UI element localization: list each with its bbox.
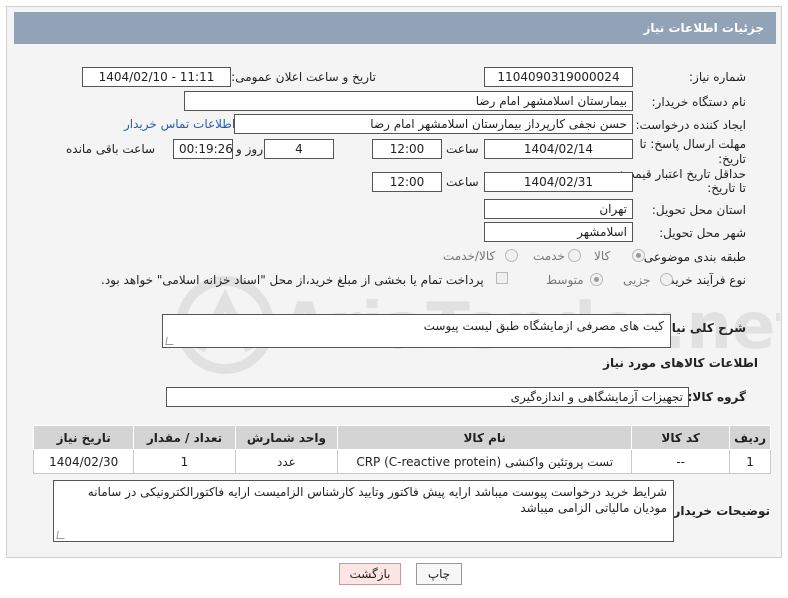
goods-table: ردیف کد کالا نام کالا واحد شمارش تعداد /… [32,425,771,474]
col-need-date: تاریخ نیاز [32,425,135,450]
resize-handle-icon[interactable] [165,337,175,345]
category-goods-label: کالا [594,249,611,263]
category-goods-radio[interactable] [632,249,645,262]
goods-group-label: گروه کالا: [687,390,746,404]
goods-group-field: تجهیزات آزمایشگاهی و اندازه‌گیری [166,387,689,407]
page-title: جزئیات اطلاعات نیاز [14,12,776,44]
table-row: 1 -- تست پروتئین واکنشی (CRP (C-reactive… [32,449,771,474]
cell-need-date: 1404/02/30 [32,449,135,474]
description-label: شرح کلی نیاز: [660,321,746,335]
goods-section-title: اطلاعات کالاهای مورد نیاز [603,356,758,370]
col-row-number: ردیف [729,425,771,450]
category-both-radio[interactable] [505,249,518,262]
col-quantity: تعداد / مقدار [133,425,236,450]
creator-field: حسن نجفی کارپرداز بیمارستان اسلامشهر اما… [234,114,633,134]
description-text: کیت های مصرفی ازمایشگاه طبق لیست پیوست [423,319,664,333]
province-field: تهران [484,199,633,219]
treasury-checkbox[interactable] [496,272,508,284]
contact-info-link[interactable]: اطلاعات تماس خریدار [124,117,235,131]
process-minor-label: جزیی [623,273,651,287]
days-field: 4 [264,139,334,159]
deadline-date-field: 1404/02/14 [484,139,633,159]
cell-goods-code: -- [631,449,731,474]
cell-row-number: 1 [729,449,771,474]
province-label: استان محل تحویل: [651,203,746,217]
process-label: نوع فرآیند خرید : [661,273,746,287]
announce-field: 1404/02/10 - 11:11 [82,67,231,87]
category-service-radio[interactable] [568,249,581,262]
cell-quantity: 1 [133,449,236,474]
remaining-time-field: 00:19:26 [173,139,233,159]
need-number-label: شماره نیاز: [689,70,746,84]
buyer-notes-textarea[interactable]: شرایط خرید درخواست پیوست میباشد ارایه پی… [53,480,674,542]
back-button[interactable]: بازگشت [339,563,401,585]
creator-label: ایجاد کننده درخواست: [635,118,746,132]
remaining-time-label: ساعت باقی مانده [66,142,156,156]
deadline-label: مهلت ارسال پاسخ: تا [639,137,746,151]
process-medium-label: متوسط [546,273,584,287]
process-minor-radio[interactable] [660,273,673,286]
resize-handle-icon[interactable] [56,531,66,539]
cell-unit: عدد [234,449,339,474]
print-button[interactable]: چاپ [416,563,462,585]
col-unit: واحد شمارش [234,425,339,450]
category-both-label: کالا/خدمت [443,249,496,263]
validity-label-2: تا تاریخ: [707,181,746,195]
deadline-time-label: ساعت [446,142,479,156]
deadline-label-2: تاریخ: [718,152,746,166]
process-medium-radio[interactable] [590,273,603,286]
buyer-notes-label: توضیحات خریدار: [668,504,770,518]
validity-time-label: ساعت [446,175,479,189]
city-field: اسلامشهر [484,222,633,242]
category-label: طبقه بندی موضوعی: [639,250,746,264]
buyer-notes-text: شرایط خرید درخواست پیوست میباشد ارایه پی… [87,485,667,515]
col-goods-name: نام کالا [337,425,633,450]
city-label: شهر محل تحویل: [659,226,746,240]
announce-label: تاریخ و ساعت اعلان عمومی: [231,70,376,84]
validity-time-field: 12:00 [372,172,442,192]
deadline-time-field: 12:00 [372,139,442,159]
col-goods-code: کد کالا [631,425,731,450]
validity-label: حداقل تاریخ اعتبار قیمت: [619,167,746,181]
payment-note: پرداخت تمام یا بخشی از مبلغ خرید،از محل … [101,273,484,287]
days-label: روز و [236,142,263,156]
buyer-org-label: نام دستگاه خریدار: [651,95,747,109]
cell-goods-name: تست پروتئین واکنشی (CRP (C-reactive prot… [337,449,633,474]
need-number-field: 1104090319000024 [484,67,633,87]
validity-date-field: 1404/02/31 [484,172,633,192]
table-header-row: ردیف کد کالا نام کالا واحد شمارش تعداد /… [32,425,771,450]
buyer-org-field: بیمارستان اسلامشهر امام رضا [184,91,633,111]
description-textarea[interactable]: کیت های مصرفی ازمایشگاه طبق لیست پیوست [162,314,671,348]
category-service-label: خدمت [533,249,565,263]
